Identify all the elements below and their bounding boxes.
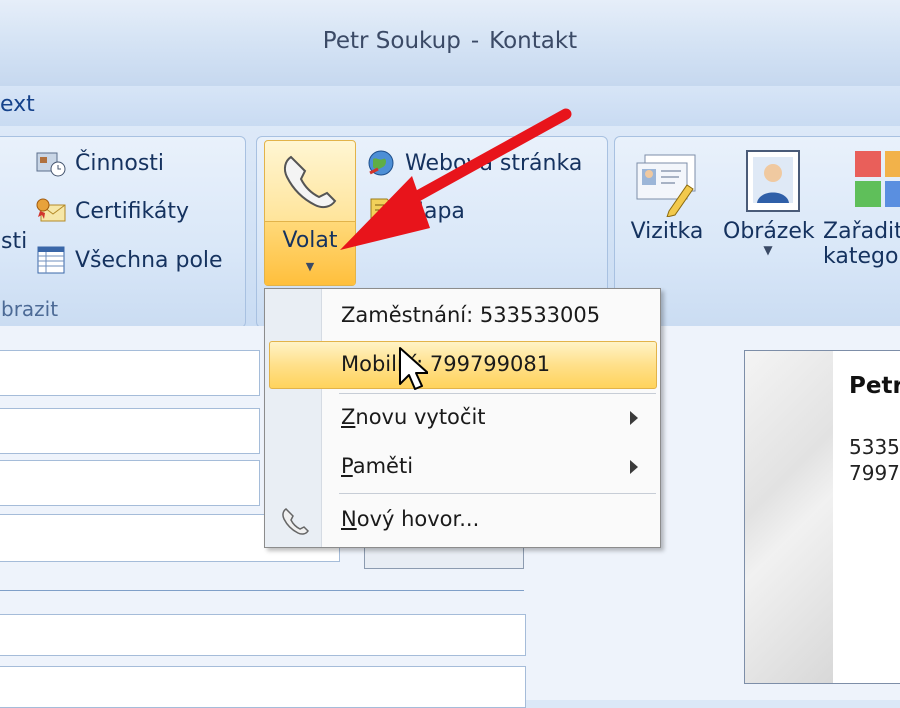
all-fields-label: Všechna pole	[75, 247, 223, 273]
tab-text[interactable]: ext	[0, 92, 35, 117]
menu-divider-2	[339, 493, 656, 494]
categories-icon	[851, 149, 900, 219]
categorize-label-1: Zařadit	[823, 219, 900, 244]
new-call-label: ový hovor...	[356, 507, 480, 531]
picture-dropdown-icon[interactable]: ▼	[723, 244, 813, 256]
card-stripe	[745, 351, 833, 683]
card-name: Petr	[849, 373, 900, 399]
mouse-cursor-icon	[398, 346, 429, 396]
company-field[interactable]	[0, 408, 260, 454]
picture-label: Obrázek	[723, 219, 815, 244]
menu-item-memory[interactable]: Paměti	[341, 454, 413, 478]
display-as-field[interactable]	[0, 666, 526, 708]
memory-accesskey: P	[341, 454, 353, 478]
redial-label: novu vytočit	[355, 405, 486, 429]
title-contact-name: Petr Soukup	[322, 28, 461, 54]
menu-divider-1	[339, 393, 656, 394]
business-card-icon	[627, 149, 707, 219]
all-fields-button[interactable]: Všechna pole	[35, 244, 223, 276]
section-divider	[0, 590, 524, 591]
menu-item-redial[interactable]: Znovu vytočit	[341, 405, 486, 429]
name-field[interactable]	[0, 350, 260, 396]
menu-item-mobile-phone[interactable]: Mobilní: 799799081	[341, 352, 550, 376]
new-call-accesskey: N	[341, 507, 357, 531]
memory-label: aměti	[352, 454, 414, 478]
menu-item-work-phone[interactable]: Zaměstnání: 533533005	[341, 303, 600, 327]
business-card-preview: Petr 5335 7997	[744, 350, 900, 684]
annotation-arrow-icon	[340, 108, 572, 250]
window-title: Petr Soukup - Kontakt	[0, 28, 900, 54]
all-fields-icon	[35, 244, 67, 276]
title-separator: -	[470, 28, 480, 54]
picture-button[interactable]: Obrázek ▼	[723, 149, 815, 256]
business-card-label: Vizitka	[630, 219, 704, 244]
categorize-label-2: kategor	[823, 244, 900, 269]
certificate-icon	[35, 195, 67, 227]
show-partial-button[interactable]: sti	[1, 229, 27, 254]
email-field[interactable]	[0, 614, 526, 656]
new-call-phone-icon	[279, 505, 309, 539]
job-title-field[interactable]	[0, 460, 260, 506]
memory-submenu-arrow-icon	[630, 460, 638, 474]
window-title-bar: Petr Soukup - Kontakt	[0, 0, 900, 87]
activities-icon	[35, 147, 67, 179]
call-menu: Zaměstnání: 533533005 Mobilní: 799799081…	[264, 288, 661, 548]
business-card-button[interactable]: Vizitka	[627, 149, 707, 244]
show-group-label: brazit	[1, 297, 59, 321]
certificates-label: Certifikáty	[75, 198, 190, 224]
show-group: sti Činnosti Certifikáty Všechna pole br…	[0, 136, 246, 328]
redial-submenu-arrow-icon	[630, 411, 638, 425]
title-app-name: Kontakt	[489, 28, 578, 54]
activities-button[interactable]: Činnosti	[35, 147, 164, 179]
categorize-button[interactable]: Zařadit kategor	[823, 149, 900, 269]
card-phone-mobile: 7997	[849, 461, 900, 485]
card-phone-work: 5335	[849, 435, 900, 459]
certificates-button[interactable]: Certifikáty	[35, 195, 189, 227]
activities-label: Činnosti	[75, 150, 165, 176]
redial-accesskey: Z	[341, 405, 356, 429]
picture-icon	[723, 149, 813, 219]
menu-item-new-call[interactable]: Nový hovor...	[341, 507, 479, 531]
